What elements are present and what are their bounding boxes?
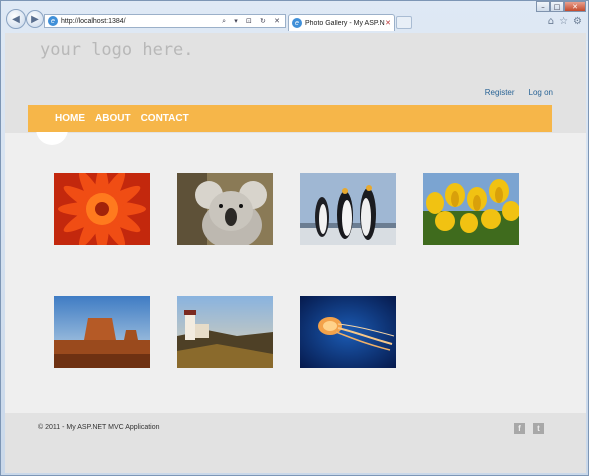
favorites-icon[interactable]: ☆: [559, 16, 568, 27]
photo-lighthouse[interactable]: [177, 296, 273, 368]
tab-close-icon[interactable]: ✕: [385, 19, 394, 27]
back-arrow-icon: ◀: [12, 13, 20, 25]
browser-toolbar: ◀ ▶ e http://localhost:1384/ ⌕ ▾ ⊡ ↻ ✕ e…: [1, 1, 589, 33]
page-viewport: your logo here. Register Log on HOME ABO…: [5, 33, 586, 473]
minimize-button[interactable]: –: [536, 1, 550, 12]
twitter-icon[interactable]: t: [533, 423, 544, 434]
social-links: f t: [514, 423, 544, 434]
menu-item-about[interactable]: ABOUT: [95, 113, 131, 124]
photo-penguins[interactable]: [300, 173, 396, 245]
close-window-button[interactable]: ✕: [564, 1, 586, 12]
facebook-icon[interactable]: f: [514, 423, 525, 434]
main-menu: HOME ABOUT CONTACT: [28, 105, 552, 132]
ie-tab-icon: e: [292, 18, 302, 28]
settings-gear-icon[interactable]: ⚙: [573, 16, 582, 27]
main-content: [5, 119, 586, 413]
account-links: Register Log on: [485, 88, 553, 97]
maximize-button[interactable]: □: [550, 1, 564, 12]
site-footer: © 2011 - My ASP.NET MVC Application f t: [5, 413, 586, 473]
new-tab-button[interactable]: [396, 16, 412, 29]
browser-command-icons: ⌂ ☆ ⚙: [548, 16, 582, 27]
photo-red-flower[interactable]: [54, 173, 150, 245]
forward-button[interactable]: ▶: [26, 10, 44, 28]
photo-jellyfish[interactable]: [300, 296, 396, 368]
copyright-text: © 2011 - My ASP.NET MVC Application: [38, 424, 160, 431]
home-icon[interactable]: ⌂: [548, 16, 554, 27]
site-logo[interactable]: your logo here.: [40, 40, 194, 60]
menu-item-contact[interactable]: CONTACT: [141, 113, 189, 124]
tab-title: Photo Gallery - My ASP.NE...: [305, 19, 385, 27]
address-bar[interactable]: e http://localhost:1384/ ⌕ ▾ ⊡ ↻ ✕: [44, 14, 286, 28]
tab-photo-gallery[interactable]: e Photo Gallery - My ASP.NE... ✕: [288, 14, 395, 31]
main-menu-bar: HOME ABOUT CONTACT: [28, 105, 552, 132]
forward-arrow-icon: ▶: [31, 13, 39, 25]
back-button[interactable]: ◀: [6, 9, 26, 29]
photo-tulips[interactable]: [423, 173, 519, 245]
photo-koala[interactable]: [177, 173, 273, 245]
register-link[interactable]: Register: [485, 88, 515, 97]
ie-page-icon: e: [48, 16, 58, 26]
menu-item-home[interactable]: HOME: [55, 113, 85, 124]
window-controls: – □ ✕: [536, 1, 586, 13]
login-link[interactable]: Log on: [529, 88, 553, 97]
browser-window: ◀ ▶ e http://localhost:1384/ ⌕ ▾ ⊡ ↻ ✕ e…: [0, 0, 589, 476]
address-url[interactable]: http://localhost:1384/: [61, 18, 222, 25]
photo-desert[interactable]: [54, 296, 150, 368]
address-tools-icons[interactable]: ⌕ ▾ ⊡ ↻ ✕: [222, 17, 285, 26]
